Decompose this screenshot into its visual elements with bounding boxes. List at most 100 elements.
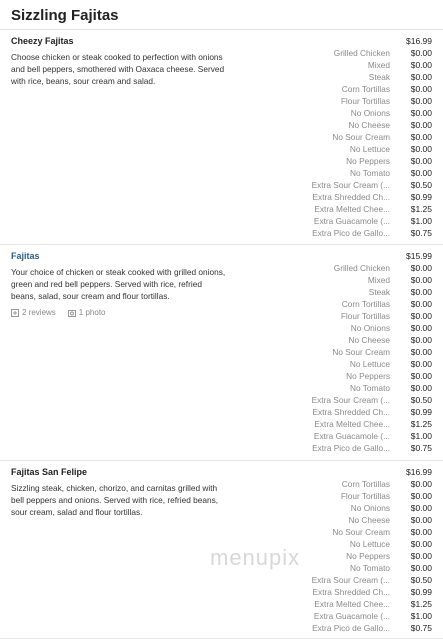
- option-label: No Onions: [350, 323, 390, 333]
- item-meta: 2 reviews 1 photo: [11, 308, 226, 317]
- option-price: $0.00: [410, 275, 432, 285]
- option-label: No Onions: [350, 108, 390, 118]
- option-label: Extra Melted Chee...: [314, 599, 390, 609]
- option-price: $0.00: [410, 263, 432, 273]
- base-price-row: $16.99: [232, 35, 432, 47]
- option-label: Extra Melted Chee...: [314, 419, 390, 429]
- option-row: No Cheese $0.00: [232, 514, 432, 526]
- option-row: No Sour Cream $0.00: [232, 526, 432, 538]
- item-description: Your choice of chicken or steak cooked w…: [11, 267, 226, 301]
- option-price: $0.00: [410, 72, 432, 82]
- option-label: Mixed: [367, 60, 390, 70]
- item-info: Fajitas Your choice of chicken or steak …: [11, 250, 226, 317]
- option-price: $0.00: [410, 323, 432, 333]
- option-label: No Tomato: [350, 168, 390, 178]
- option-row: Flour Tortillas $0.00: [232, 95, 432, 107]
- option-price: $0.00: [410, 371, 432, 381]
- section-title: Sizzling Fajitas: [11, 7, 119, 24]
- option-price: $0.00: [410, 551, 432, 561]
- option-label: Extra Guacamole (...: [313, 216, 390, 226]
- option-price: $0.00: [410, 383, 432, 393]
- option-row: Corn Tortillas $0.00: [232, 83, 432, 95]
- option-price: $0.00: [410, 84, 432, 94]
- option-row: Grilled Chicken $0.00: [232, 262, 432, 274]
- menu-item: Fajitas San Felipe Sizzling steak, chick…: [0, 461, 443, 639]
- option-row: Extra Guacamole (... $1.00: [232, 215, 432, 227]
- option-price: $1.25: [410, 204, 432, 214]
- option-price: $0.00: [410, 168, 432, 178]
- option-price: $0.00: [410, 503, 432, 513]
- option-row: No Onions $0.00: [232, 107, 432, 119]
- option-row: No Lettuce $0.00: [232, 143, 432, 155]
- option-label: Extra Guacamole (...: [313, 611, 390, 621]
- option-price: $0.50: [410, 575, 432, 585]
- option-price: $0.00: [410, 156, 432, 166]
- option-row: Steak $0.00: [232, 71, 432, 83]
- reviews-link[interactable]: 2 reviews: [11, 308, 56, 317]
- option-label: No Cheese: [348, 120, 390, 130]
- option-price: $0.00: [410, 359, 432, 369]
- option-label: Extra Sour Cream (...: [311, 180, 390, 190]
- option-price: $0.00: [410, 515, 432, 525]
- option-label: Extra Guacamole (...: [313, 431, 390, 441]
- option-row: No Lettuce $0.00: [232, 538, 432, 550]
- option-price: $0.00: [410, 479, 432, 489]
- option-label: Extra Sour Cream (...: [311, 575, 390, 585]
- option-row: No Tomato $0.00: [232, 167, 432, 179]
- option-label: No Peppers: [346, 371, 390, 381]
- option-row: Extra Pico de Gallo... $0.75: [232, 442, 432, 454]
- option-label: Flour Tortillas: [340, 311, 390, 321]
- option-price: $1.00: [410, 611, 432, 621]
- item-info: Cheezy Fajitas Choose chicken or steak c…: [11, 35, 226, 87]
- option-price: $0.00: [410, 48, 432, 58]
- option-row: Corn Tortillas $0.00: [232, 478, 432, 490]
- option-row: No Cheese $0.00: [232, 119, 432, 131]
- option-row: Extra Pico de Gallo... $0.75: [232, 227, 432, 239]
- option-row: No Onions $0.00: [232, 502, 432, 514]
- option-row: No Tomato $0.00: [232, 382, 432, 394]
- option-row: Extra Shredded Ch... $0.99: [232, 406, 432, 418]
- option-row: Grilled Chicken $0.00: [232, 47, 432, 59]
- item-description: Sizzling steak, chicken, chorizo, and ca…: [11, 483, 219, 517]
- option-price: $0.00: [410, 299, 432, 309]
- option-row: Mixed $0.00: [232, 59, 432, 71]
- option-price: $0.00: [410, 120, 432, 130]
- option-label: Extra Pico de Gallo...: [312, 443, 390, 453]
- option-row: Extra Melted Chee... $1.25: [232, 598, 432, 610]
- option-price: $0.00: [410, 287, 432, 297]
- photos-count: 1 photo: [78, 308, 106, 317]
- item-name: Fajitas San Felipe: [11, 467, 88, 477]
- base-price: $16.99: [406, 36, 432, 46]
- option-price: $0.00: [410, 335, 432, 345]
- option-price: $0.00: [410, 527, 432, 537]
- option-price: $0.00: [410, 60, 432, 70]
- option-price: $0.00: [410, 144, 432, 154]
- option-row: Extra Melted Chee... $1.25: [232, 203, 432, 215]
- price-list: $16.99 Grilled Chicken $0.00 Mixed $0.00 S…: [232, 35, 432, 239]
- option-price: $0.99: [410, 587, 432, 597]
- menu-item: Fajitas Your choice of chicken or steak …: [0, 245, 443, 461]
- option-row: Extra Guacamole (... $1.00: [232, 430, 432, 442]
- option-label: Corn Tortillas: [341, 299, 390, 309]
- option-price: $0.00: [410, 96, 432, 106]
- option-label: Extra Shredded Ch...: [312, 407, 390, 417]
- section-header: Sizzling Fajitas: [0, 0, 443, 30]
- photos-link[interactable]: 1 photo: [67, 308, 106, 317]
- option-row: Extra Pico de Gallo... $0.75: [232, 622, 432, 634]
- option-row: Steak $0.00: [232, 286, 432, 298]
- option-row: Extra Shredded Ch... $0.99: [232, 191, 432, 203]
- option-label: No Lettuce: [349, 539, 390, 549]
- item-name-link[interactable]: Fajitas: [11, 250, 226, 262]
- option-row: Extra Sour Cream (... $0.50: [232, 574, 432, 586]
- option-price: $0.99: [410, 407, 432, 417]
- option-label: Steak: [368, 72, 390, 82]
- option-row: No Sour Cream $0.00: [232, 346, 432, 358]
- option-row: No Peppers $0.00: [232, 155, 432, 167]
- option-price: $0.00: [410, 347, 432, 357]
- option-row: Flour Tortillas $0.00: [232, 490, 432, 502]
- option-price: $1.00: [410, 431, 432, 441]
- option-row: Flour Tortillas $0.00: [232, 310, 432, 322]
- option-label: Flour Tortillas: [340, 96, 390, 106]
- option-price: $0.00: [410, 311, 432, 321]
- option-row: No Tomato $0.00: [232, 562, 432, 574]
